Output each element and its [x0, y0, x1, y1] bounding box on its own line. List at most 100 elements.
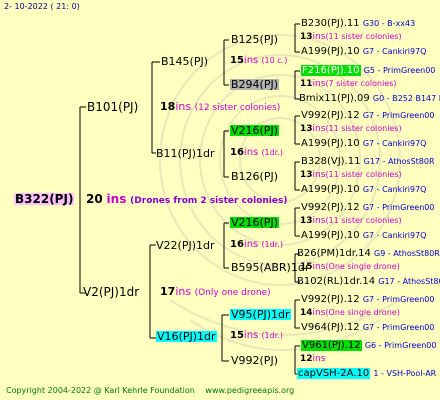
- g2-note-1: (1dr.): [261, 148, 283, 157]
- root-ins: ins: [106, 192, 127, 206]
- g3-name-2[interactable]: V216(PJ): [230, 125, 279, 136]
- footer: Copyright 2004-2022 @ Karl Kehrle Founda…: [6, 387, 294, 395]
- g3-stats-7: 12ins: [300, 355, 325, 364]
- g1-num-1: 17: [160, 285, 176, 298]
- g3-note-5: (One single drone): [325, 262, 400, 271]
- g3-name-4[interactable]: V216(PJ): [230, 217, 279, 228]
- g2-num-1: 16: [230, 147, 244, 158]
- g2-name-0[interactable]: B145(PJ): [161, 56, 208, 67]
- g4-entry-10: B26(PM)1dr.14 G9 - AthosSt80R: [297, 249, 440, 259]
- g4-entry-0: B230(PJ).11 G30 - B-xx43: [301, 19, 415, 29]
- g4-entry-7: A199(PJ).10 G7 - Cankiri97Q: [301, 185, 426, 195]
- g1-stats-0: 18ins (12 sister colonies): [160, 101, 280, 113]
- g4-name-13[interactable]: V964(PJ).12: [301, 322, 360, 333]
- g2-name-3[interactable]: V16(PJ)1dr: [156, 331, 217, 342]
- g3-name-7[interactable]: V992(PJ): [231, 355, 278, 366]
- g1-name-0[interactable]: B101(PJ): [87, 101, 138, 113]
- date: 2- 10-2022: [4, 2, 48, 11]
- g4-name-7[interactable]: A199(PJ).10: [301, 184, 360, 195]
- g3-ins-5: ins: [312, 262, 326, 272]
- g3-note-2: (11 sister colonies): [325, 124, 402, 133]
- g3-stats-3: 13ins(11 sister colonies): [300, 171, 402, 180]
- g3-name-6[interactable]: V95(PJ)1dr: [230, 309, 291, 320]
- g4-name-14[interactable]: V961(PJ).12: [301, 340, 362, 351]
- g1-stats-1: 17ins (Only one drone): [160, 286, 271, 298]
- g4-entry-9: A199(PJ).10 G7 - Cankiri97Q: [301, 231, 426, 241]
- g2-note-3: (1dr.): [261, 331, 283, 340]
- g1-num-0: 18: [160, 100, 176, 113]
- g4-name-10[interactable]: B26(PM)1dr.14: [297, 248, 371, 259]
- g4-ref-4: G7 - PrimGreen00: [362, 111, 435, 120]
- g3-stats-1: 11ins(7 sister colonies): [300, 80, 397, 89]
- g4-name-1[interactable]: A199(PJ).10: [301, 46, 360, 57]
- g2-stats-2: 16ins (1dr.): [230, 240, 283, 250]
- g4-ref-8: G7 - PrimGreen00: [362, 203, 435, 212]
- g2-ins-2: ins: [243, 239, 259, 250]
- g4-name-5[interactable]: A199(PJ).10: [301, 138, 360, 149]
- g3-note-6: (One single drone): [325, 308, 400, 317]
- g1-note-0: (12 sister colonies): [194, 103, 281, 113]
- g4-entry-3: Bmix11(PJ).09 G0 - B252 B147 B: [299, 94, 440, 104]
- root-stats: 20 ins (Drones from 2 sister colonies): [86, 193, 287, 206]
- g3-ins-1: ins: [312, 79, 326, 89]
- g4-entry-1: A199(PJ).10 G7 - Cankiri97Q: [301, 47, 426, 57]
- print-date: 2- 10-2022 ( 21: 0): [4, 3, 80, 11]
- g4-entry-15: capVSH-2A.10 1 - VSH-Pool-AR: [297, 368, 437, 379]
- g4-name-6[interactable]: B328(VJ).11: [301, 156, 360, 167]
- g3-num-7: 12: [300, 354, 313, 364]
- g3-stats-2: 13ins(11 sister colonies): [300, 125, 402, 134]
- g2-note-2: (1dr.): [261, 240, 283, 249]
- g3-ins-4: ins: [312, 216, 326, 226]
- site-link[interactable]: www.pedigreeapis.org: [205, 386, 294, 395]
- g3-num-2: 13: [300, 124, 313, 134]
- g4-name-9[interactable]: A199(PJ).10: [301, 230, 360, 241]
- g3-name-0[interactable]: B125(PJ): [231, 34, 278, 45]
- root-note: (Drones from 2 sister colonies): [130, 196, 288, 206]
- g3-note-3: (11 sister colonies): [325, 170, 402, 179]
- g4-ref-13: G7 - PrimGreen00: [362, 323, 435, 332]
- g3-name-5[interactable]: B595(ABR)1dr: [231, 262, 309, 273]
- g4-name-2[interactable]: F216(PJ).10: [301, 65, 361, 76]
- g2-stats-0: 15ins (10 c.): [230, 56, 287, 66]
- g3-ins-3: ins: [312, 170, 326, 180]
- g4-name-4[interactable]: V992(PJ).12: [301, 110, 360, 121]
- root-queen-name[interactable]: B322(PJ): [14, 193, 75, 205]
- g3-num-0: 13: [300, 32, 313, 42]
- g3-num-1: 11: [300, 79, 313, 89]
- g2-ins-0: ins: [243, 55, 259, 66]
- pedigree-page: 2- 10-2022 ( 21: 0) B322(PJ) 20 ins (Dro…: [0, 0, 440, 400]
- copyright: Copyright 2004-2022 @ Karl Kehrle Founda…: [6, 386, 195, 395]
- g4-entry-4: V992(PJ).12 G7 - PrimGreen00: [301, 111, 434, 121]
- g1-ins-0: ins: [175, 100, 192, 113]
- g3-ins-6: ins: [312, 308, 326, 318]
- g4-entry-13: V964(PJ).12 G7 - PrimGreen00: [301, 323, 434, 333]
- g2-stats-3: 15ins (1dr.): [230, 331, 283, 341]
- g4-entry-5: A199(PJ).10 G7 - Cankiri97Q: [301, 139, 426, 149]
- g2-ins-1: ins: [243, 147, 259, 158]
- g4-name-3[interactable]: Bmix11(PJ).09: [299, 93, 370, 104]
- g3-stats-0: 13ins(11 sister colonies): [300, 33, 402, 42]
- g4-name-12[interactable]: V992(PJ).12: [301, 294, 360, 305]
- g4-entry-12: V992(PJ).12 G7 - PrimGreen00: [301, 295, 434, 305]
- g4-name-0[interactable]: B230(PJ).11: [301, 18, 360, 29]
- g4-ref-7: G7 - Cankiri97Q: [362, 185, 427, 194]
- g4-name-8[interactable]: V992(PJ).12: [301, 202, 360, 213]
- g4-ref-15: 1 - VSH-Pool-AR: [373, 369, 437, 378]
- g3-stats-4: 13ins(11 sister colonies): [300, 217, 402, 226]
- time: ( 21: 0): [50, 2, 80, 11]
- g3-name-1[interactable]: B294(PJ): [230, 79, 280, 90]
- g4-entry-2: F216(PJ).10 G5 - PrimGreen00: [301, 65, 436, 76]
- g2-num-2: 16: [230, 239, 244, 250]
- g4-ref-2: G5 - PrimGreen00: [363, 66, 436, 75]
- g1-name-1[interactable]: V2(PJ)1dr: [83, 286, 139, 298]
- g3-num-6: 14: [300, 308, 313, 318]
- g1-ins-1: ins: [175, 285, 192, 298]
- g4-name-11[interactable]: B102(RL)1dr.14: [297, 276, 375, 287]
- g4-name-15[interactable]: capVSH-2A.10: [297, 368, 371, 379]
- g2-name-1[interactable]: B11(PJ)1dr: [156, 148, 215, 159]
- g2-name-2[interactable]: V22(PJ)1dr: [156, 240, 215, 251]
- g2-num-3: 15: [230, 330, 244, 341]
- g4-ref-11: G17 - AthosSt80R: [378, 277, 440, 286]
- g4-ref-10: G9 - AthosSt80R: [374, 249, 440, 258]
- g3-name-3[interactable]: B126(PJ): [231, 171, 278, 182]
